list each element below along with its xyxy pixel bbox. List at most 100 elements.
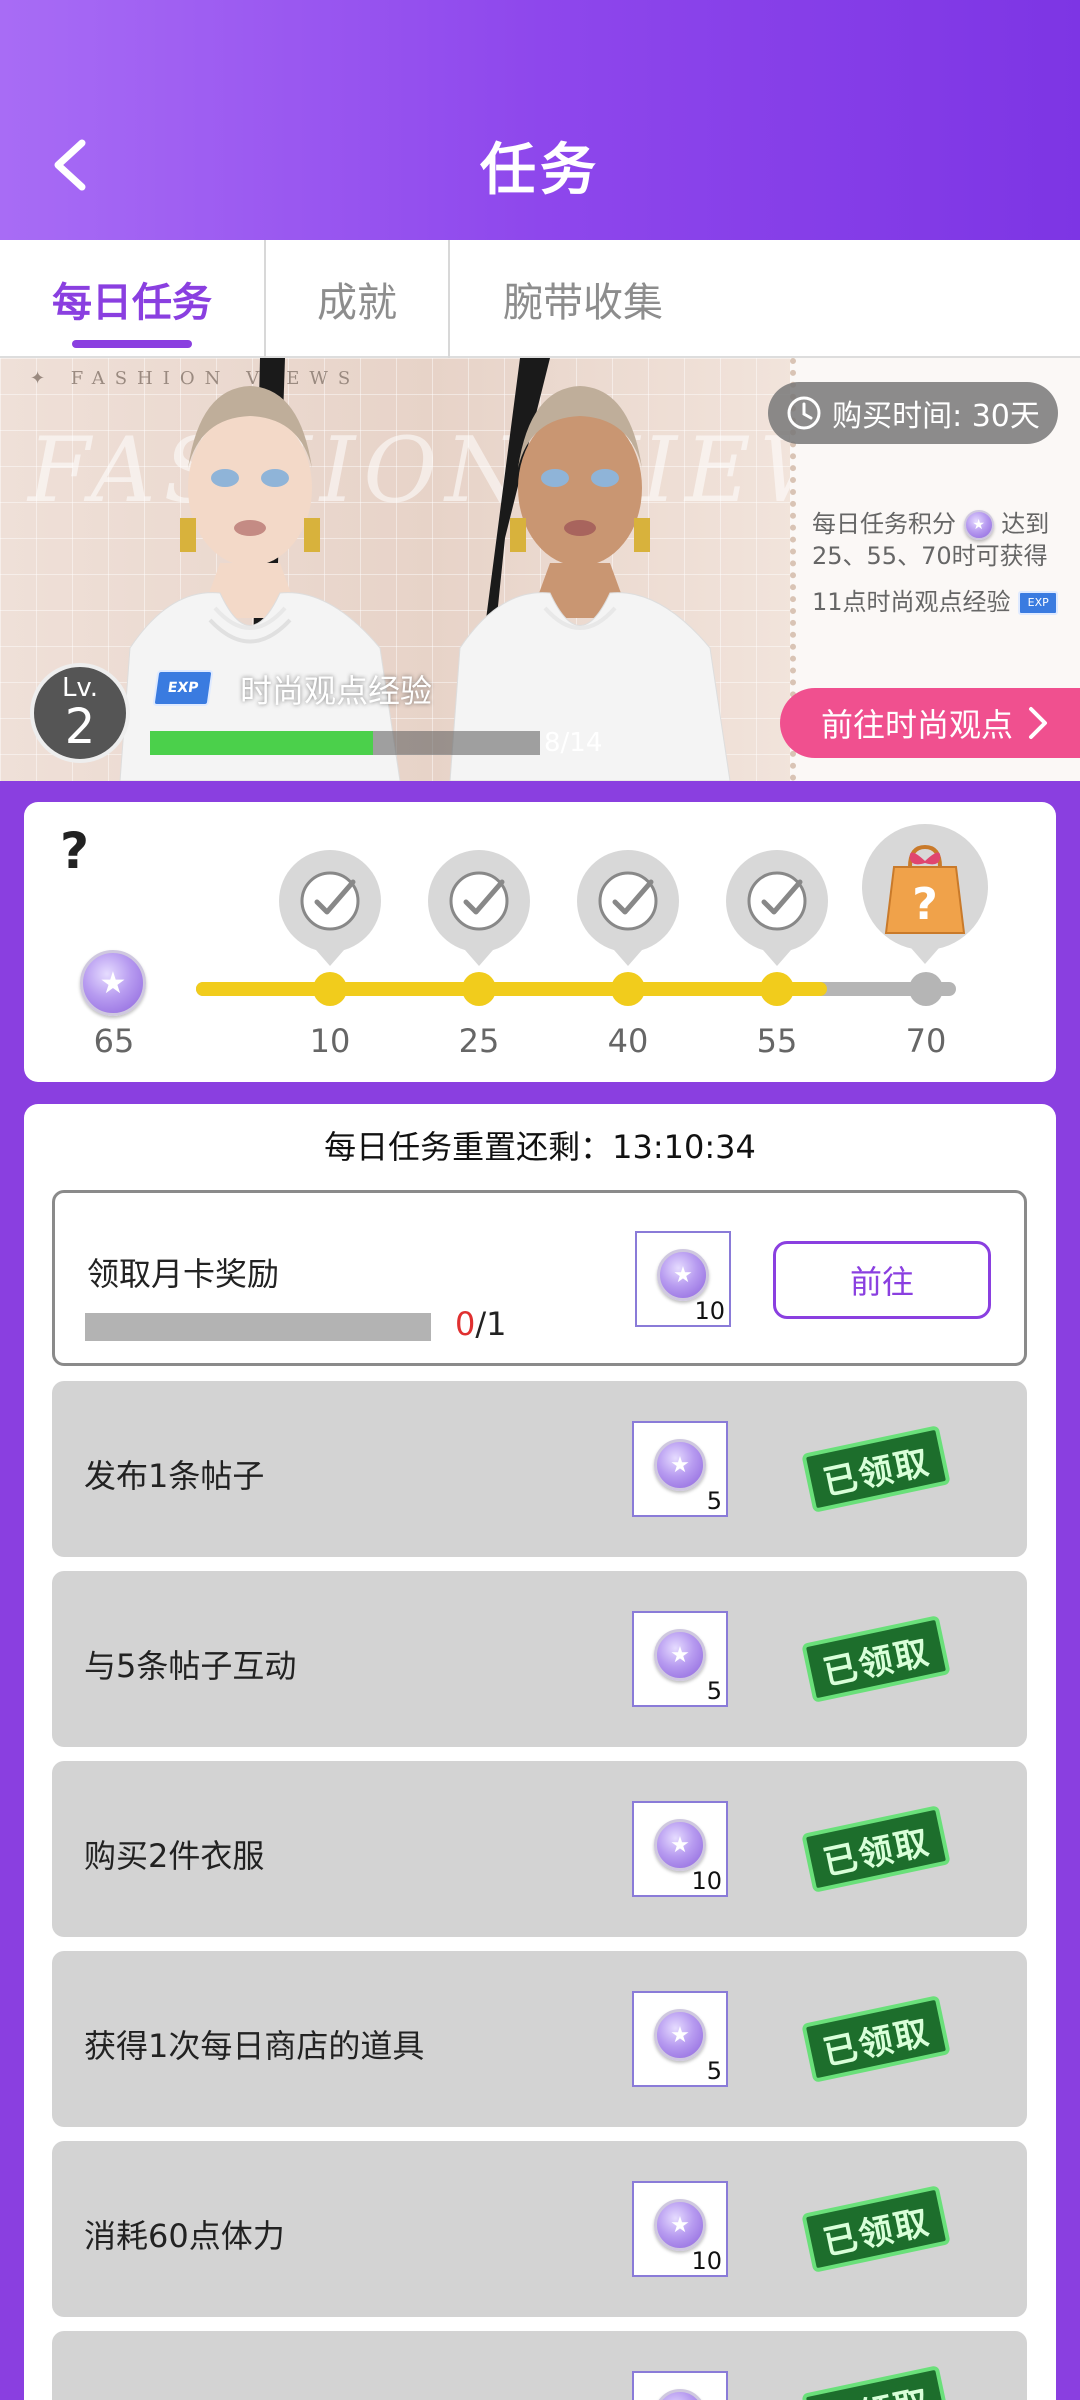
- task-row: 消耗60点体力 ★ 10 已领取: [52, 2141, 1027, 2317]
- tab-bar: 每日任务 成就 腕带收集: [0, 240, 1080, 358]
- milestone-label-25: 25: [458, 1022, 500, 1060]
- milestone-dot-25: [462, 972, 496, 1006]
- milestone-dot-70: [909, 972, 943, 1006]
- milestone-label-70: 70: [905, 1022, 947, 1060]
- claimed-stamp: 已领取: [801, 1805, 951, 1893]
- milestone-label-10: 10: [309, 1022, 351, 1060]
- points-coin-icon: ★: [654, 1819, 706, 1871]
- points-coin-icon: ★: [654, 2389, 706, 2400]
- milestone-claimed-55[interactable]: [726, 850, 828, 952]
- milestone-gift-70[interactable]: ?: [862, 824, 988, 950]
- points-coin-icon: ★: [657, 1249, 709, 1301]
- task-row: 领取月卡奖励 0/1 ★ 10 前往: [52, 1190, 1027, 1366]
- task-name: 获得1次每日商店的道具: [84, 2027, 425, 2065]
- milestone-label-40: 40: [607, 1022, 649, 1060]
- exp-ticket-icon: EXP: [1018, 591, 1059, 615]
- points-coin-icon: ★: [654, 2199, 706, 2251]
- exp-ticket-icon-large: EXP: [152, 670, 214, 706]
- task-row: 购买2件衣服 ★ 10 已领取: [52, 1761, 1027, 1937]
- milestone-claimed-25[interactable]: [428, 850, 530, 952]
- exp-progress-bar: [150, 731, 540, 755]
- claimed-stamp: 已领取: [801, 1615, 951, 1703]
- check-circle-icon: [449, 871, 509, 931]
- purchase-time-text: 购买时间: 30天: [832, 399, 1040, 434]
- task-name: 与5条帖子互动: [84, 1647, 297, 1685]
- reward-amount: 10: [691, 1867, 722, 1895]
- task-name: 消耗60点体力: [84, 2217, 285, 2255]
- task-reward: ★ 10: [632, 1801, 728, 1897]
- level-number: 2: [64, 699, 96, 755]
- level-badge: Lv. 2: [30, 663, 130, 763]
- task-row: 与5条帖子互动 ★ 5 已领取: [52, 1571, 1027, 1747]
- task-reward: ★ 5: [632, 1991, 728, 2087]
- help-button[interactable]: ?: [60, 822, 89, 880]
- panel-description: 每日任务积分 ★ 达到 25、55、70时可获得: [812, 508, 1074, 572]
- task-name: 领取月卡奖励: [87, 1255, 280, 1293]
- exp-progress-fill: [150, 731, 373, 755]
- points-progress-fill: [196, 982, 827, 996]
- task-progress-done: 0: [455, 1305, 476, 1343]
- goto-fashion-views-button[interactable]: 前往时尚观点: [780, 688, 1080, 758]
- purchase-time-badge: 购买时间: 30天: [768, 382, 1058, 444]
- points-coin-icon: ★: [80, 950, 146, 1016]
- level-label: Lv.: [61, 673, 99, 703]
- current-points-label: 65: [93, 1022, 135, 1060]
- task-progress-bar: [85, 1313, 431, 1341]
- tab-daily-tasks[interactable]: 每日任务: [0, 240, 266, 358]
- task-reward: ★: [632, 2371, 728, 2400]
- task-row: 获得1次每日商店的道具 ★ 5 已领取: [52, 1951, 1027, 2127]
- task-reward: ★ 10: [632, 2181, 728, 2277]
- milestone-claimed-10[interactable]: [279, 850, 381, 952]
- exp-label: 时尚观点经验: [240, 672, 433, 710]
- task-row: ★ 已领取: [52, 2331, 1027, 2400]
- desc-line1b: 达到: [1001, 510, 1050, 538]
- mystery-gift-bag-icon: ?: [884, 844, 966, 934]
- panel-reward: 11点时尚观点经验 EXP: [812, 586, 1074, 618]
- clock-icon: [787, 396, 821, 430]
- page-title: 任务: [480, 138, 600, 203]
- tab-achievements[interactable]: 成就: [266, 240, 450, 358]
- milestone-dot-55: [760, 972, 794, 1006]
- task-progress-total: /1: [475, 1305, 507, 1343]
- desc-line2: 25、55、70时可获得: [812, 542, 1048, 570]
- points-coin-icon: ★: [654, 2009, 706, 2061]
- daily-points-progress-card: ? ★ 65 ? 10 25 40 55 70: [24, 802, 1056, 1082]
- model-illustration-right: [449, 358, 731, 781]
- claimed-stamp: 已领取: [801, 2185, 951, 2273]
- points-coin-icon: ★: [963, 510, 994, 540]
- fashion-views-banner[interactable]: ✦ FASHION VIEWS FASHION VIEWS 购买时间: 30天 …: [0, 358, 1080, 781]
- milestone-dot-10: [313, 972, 347, 1006]
- exp-count: 8/14: [544, 728, 603, 758]
- milestone-dot-40: [611, 972, 645, 1006]
- task-progress-text: 0/1: [455, 1305, 507, 1343]
- desc-line1: 每日任务积分: [812, 510, 956, 538]
- check-circle-icon: [747, 871, 807, 931]
- task-reward: ★ 5: [632, 1611, 728, 1707]
- reset-countdown: 每日任务重置还剩：13:10:34: [324, 1128, 756, 1166]
- reward-amount: 5: [706, 2057, 722, 2085]
- check-circle-icon: [300, 871, 360, 931]
- go-button[interactable]: 前往: [773, 1241, 991, 1319]
- task-reward: ★ 10: [635, 1231, 731, 1327]
- task-name: 发布1条帖子: [84, 1457, 265, 1495]
- points-coin-icon: ★: [654, 1629, 706, 1681]
- milestone-claimed-40[interactable]: [577, 850, 679, 952]
- task-reward: ★ 5: [632, 1421, 728, 1517]
- reward-amount: 10: [691, 2247, 722, 2275]
- task-row: 发布1条帖子 ★ 5 已领取: [52, 1381, 1027, 1557]
- check-circle-icon: [598, 871, 658, 931]
- chevron-right-icon: [1029, 707, 1047, 739]
- tab-wristband-collection[interactable]: 腕带收集: [450, 240, 716, 358]
- model-illustration-left: [119, 358, 401, 781]
- milestone-label-55: 55: [756, 1022, 798, 1060]
- header-bar: 任务: [0, 0, 1080, 240]
- desc-line3: 11点时尚观点经验: [812, 588, 1011, 616]
- task-name: 购买2件衣服: [84, 1837, 265, 1875]
- points-coin-icon: ★: [654, 1439, 706, 1491]
- claimed-stamp: 已领取: [801, 1425, 951, 1513]
- claimed-stamp: 已领取: [801, 2365, 951, 2400]
- reward-amount: 5: [706, 1487, 722, 1515]
- goto-button-label: 前往时尚观点: [820, 706, 1013, 744]
- svg-text:?: ?: [912, 879, 938, 930]
- reward-amount: 10: [694, 1297, 725, 1325]
